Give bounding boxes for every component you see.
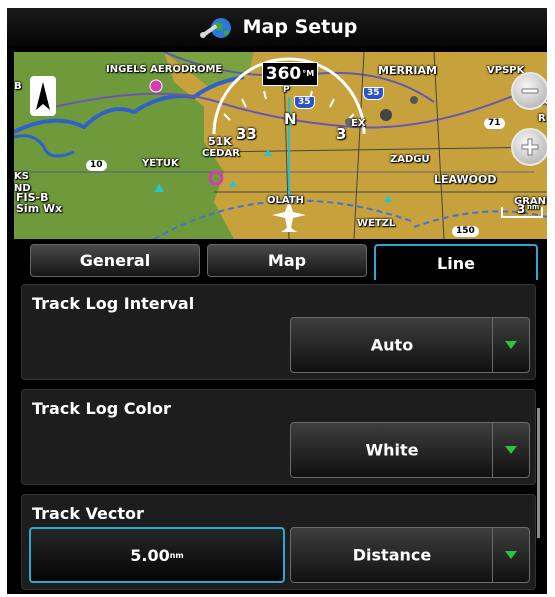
place-b: B [14, 81, 22, 92]
tab-line[interactable]: Line [374, 244, 538, 280]
track-vector-label: Track Vector [32, 504, 144, 523]
track-vector-distance-button[interactable]: 5.00 nm [29, 527, 285, 583]
map-view[interactable]: N 360°M P N 33 3 INGELS AERODROME MERRIA… [14, 52, 547, 239]
place-ks: KS [14, 171, 29, 182]
scrollbar[interactable] [537, 408, 540, 538]
compass-w-label: 33 [236, 125, 257, 143]
zoom-in-button[interactable] [511, 128, 547, 166]
track-vector-mode-dropdown[interactable]: Distance [290, 527, 530, 583]
minus-icon [521, 88, 539, 94]
screen: Map Setup 360 °M P N 33 3 INGELS AERODRO… [7, 8, 547, 594]
dropdown-arrow-icon [505, 341, 517, 349]
track-log-interval-label: Track Log Interval [32, 294, 195, 313]
place-r: R [538, 113, 546, 124]
scale-value: 3 [517, 202, 526, 216]
title-bar: Map Setup [7, 8, 547, 46]
place-leawood: LEAWOOD [434, 173, 497, 186]
tab-map-label: Map [267, 251, 307, 270]
track-log-color-panel: Track Log Color White [21, 389, 536, 485]
sim-wx-label: Sim Wx [16, 202, 63, 215]
heading-value: 360 [265, 64, 302, 84]
place-merriam: MERRIAM [378, 64, 437, 77]
place-ingels: INGELS AERODROME [106, 64, 223, 75]
settings-list[interactable]: Track Log Interval Auto Track Log Color … [7, 280, 547, 594]
track-vector-panel: Track Vector 5.00 nm Distance [21, 494, 536, 590]
track-log-color-label: Track Log Color [32, 399, 171, 418]
map-scale: 3 nm [499, 199, 545, 223]
dropdown-wrap [492, 423, 529, 477]
track-vector-mode-value: Distance [352, 545, 432, 565]
track-vector-distance-value: 5.00 [130, 545, 170, 565]
place-olathe: OLATH [267, 195, 305, 206]
track-log-color-dropdown[interactable]: White [290, 422, 530, 478]
wrench-globe-icon [199, 18, 231, 38]
fis-b-status: FIS-B Sim Wx [16, 192, 62, 214]
track-log-interval-dropdown[interactable]: Auto [290, 317, 530, 373]
heading-readout: 360 °M [262, 62, 318, 86]
tab-general[interactable]: General [30, 244, 200, 277]
tab-bar: General Map Line [7, 240, 547, 280]
interstate-35-shield-a: 35 [363, 87, 384, 100]
north-up-indicator[interactable] [30, 76, 56, 116]
place-wetzl: WETZL [357, 218, 396, 229]
compass-n-label: N [284, 110, 297, 128]
place-51k: 51K [208, 135, 232, 148]
dropdown-wrap [492, 528, 529, 582]
compass-e-label: 3 [336, 125, 347, 143]
tab-general-label: General [79, 251, 151, 270]
dropdown-arrow-icon [505, 446, 517, 454]
north-arrow-icon [36, 82, 50, 110]
dropdown-wrap [492, 318, 529, 372]
plus-icon [521, 138, 539, 156]
route-10-shield: 10 [86, 160, 107, 171]
place-ex: EX [351, 118, 366, 129]
heading-unit: °M [302, 69, 315, 78]
track-log-color-value: White [365, 440, 419, 460]
place-cedar: CEDAR [202, 148, 240, 159]
dropdown-arrow-icon [505, 551, 517, 559]
interstate-35-shield-b: 35 [294, 96, 315, 109]
place-p: P [283, 85, 290, 95]
place-zadgu: ZADGU [390, 154, 430, 165]
track-log-interval-panel: Track Log Interval Auto [21, 284, 536, 380]
place-yetuk: YETUK [142, 158, 179, 169]
scale-unit: nm [527, 203, 540, 211]
route-150-shield: 150 [452, 226, 479, 237]
track-vector-distance-unit: nm [169, 550, 184, 560]
route-71-shield: 71 [484, 118, 505, 129]
track-log-interval-value: Auto [370, 335, 414, 355]
tab-line-label: Line [437, 253, 475, 273]
tab-map[interactable]: Map [207, 244, 367, 277]
page-title: Map Setup [242, 16, 358, 38]
zoom-out-button[interactable] [511, 72, 547, 110]
